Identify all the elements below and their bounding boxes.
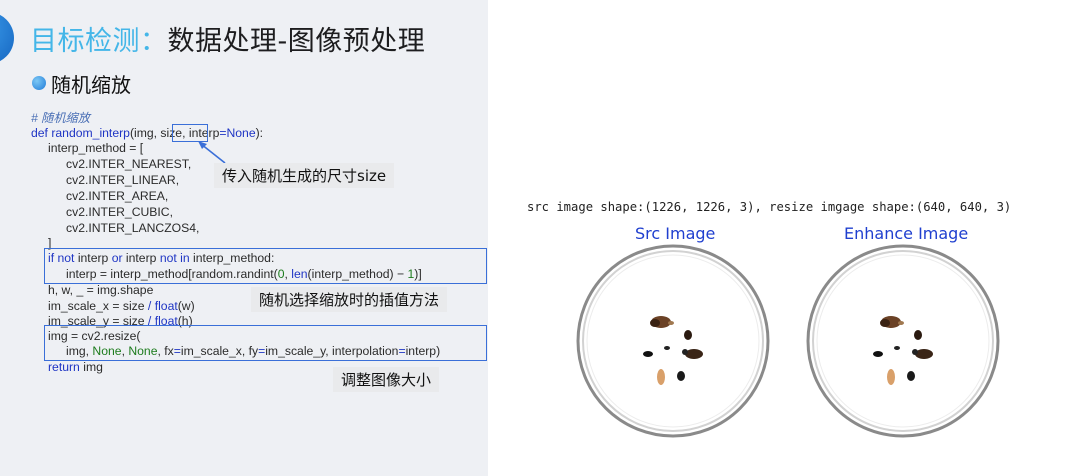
title-rest: 数据处理-图像预处理 bbox=[167, 26, 426, 57]
code-method-item: cv2.INTER_AREA, bbox=[66, 189, 169, 203]
size-annotation: 传入随机生成的尺寸size bbox=[214, 163, 395, 188]
slide-title: 目标检测：数据处理-图像预处理 bbox=[30, 19, 425, 58]
code-method-item: cv2.INTER_NEAREST, bbox=[66, 157, 192, 171]
code-shape-line: h, w, _ = img.shape bbox=[48, 283, 154, 297]
bullet-dot-icon bbox=[32, 76, 46, 90]
interp-annotation: 随机选择缩放时的插值方法 bbox=[251, 287, 448, 312]
code-return-line: return img bbox=[48, 360, 103, 374]
code-interp-method: interp_method = [ bbox=[48, 141, 144, 155]
resize-highlight-box bbox=[44, 325, 487, 361]
src-image-title: Src Image bbox=[635, 224, 716, 243]
slide-panel: 目标检测：数据处理-图像预处理 随机缩放 # 随机缩放 def random_i… bbox=[0, 0, 488, 476]
bullet-heading: 随机缩放 bbox=[51, 73, 131, 97]
src-image bbox=[576, 244, 770, 438]
resize-annotation: 调整图像大小 bbox=[333, 367, 440, 392]
corner-decoration bbox=[0, 12, 14, 64]
code-method-item: cv2.INTER_LANCZOS4, bbox=[66, 221, 200, 235]
code-scale-x: im_scale_x = size / float(w) bbox=[48, 299, 195, 313]
enhance-image-title: Enhance Image bbox=[844, 224, 969, 243]
code-method-item: cv2.INTER_CUBIC, bbox=[66, 205, 173, 219]
enhance-image bbox=[806, 244, 1000, 438]
code-comment: # 随机缩放 bbox=[31, 111, 90, 125]
shape-output-text: src image shape:(1226, 1226, 3), resize … bbox=[527, 200, 1012, 214]
interp-highlight-box bbox=[44, 248, 487, 284]
title-prefix: 目标检测： bbox=[30, 26, 168, 57]
code-method-item: cv2.INTER_LINEAR, bbox=[66, 173, 180, 187]
